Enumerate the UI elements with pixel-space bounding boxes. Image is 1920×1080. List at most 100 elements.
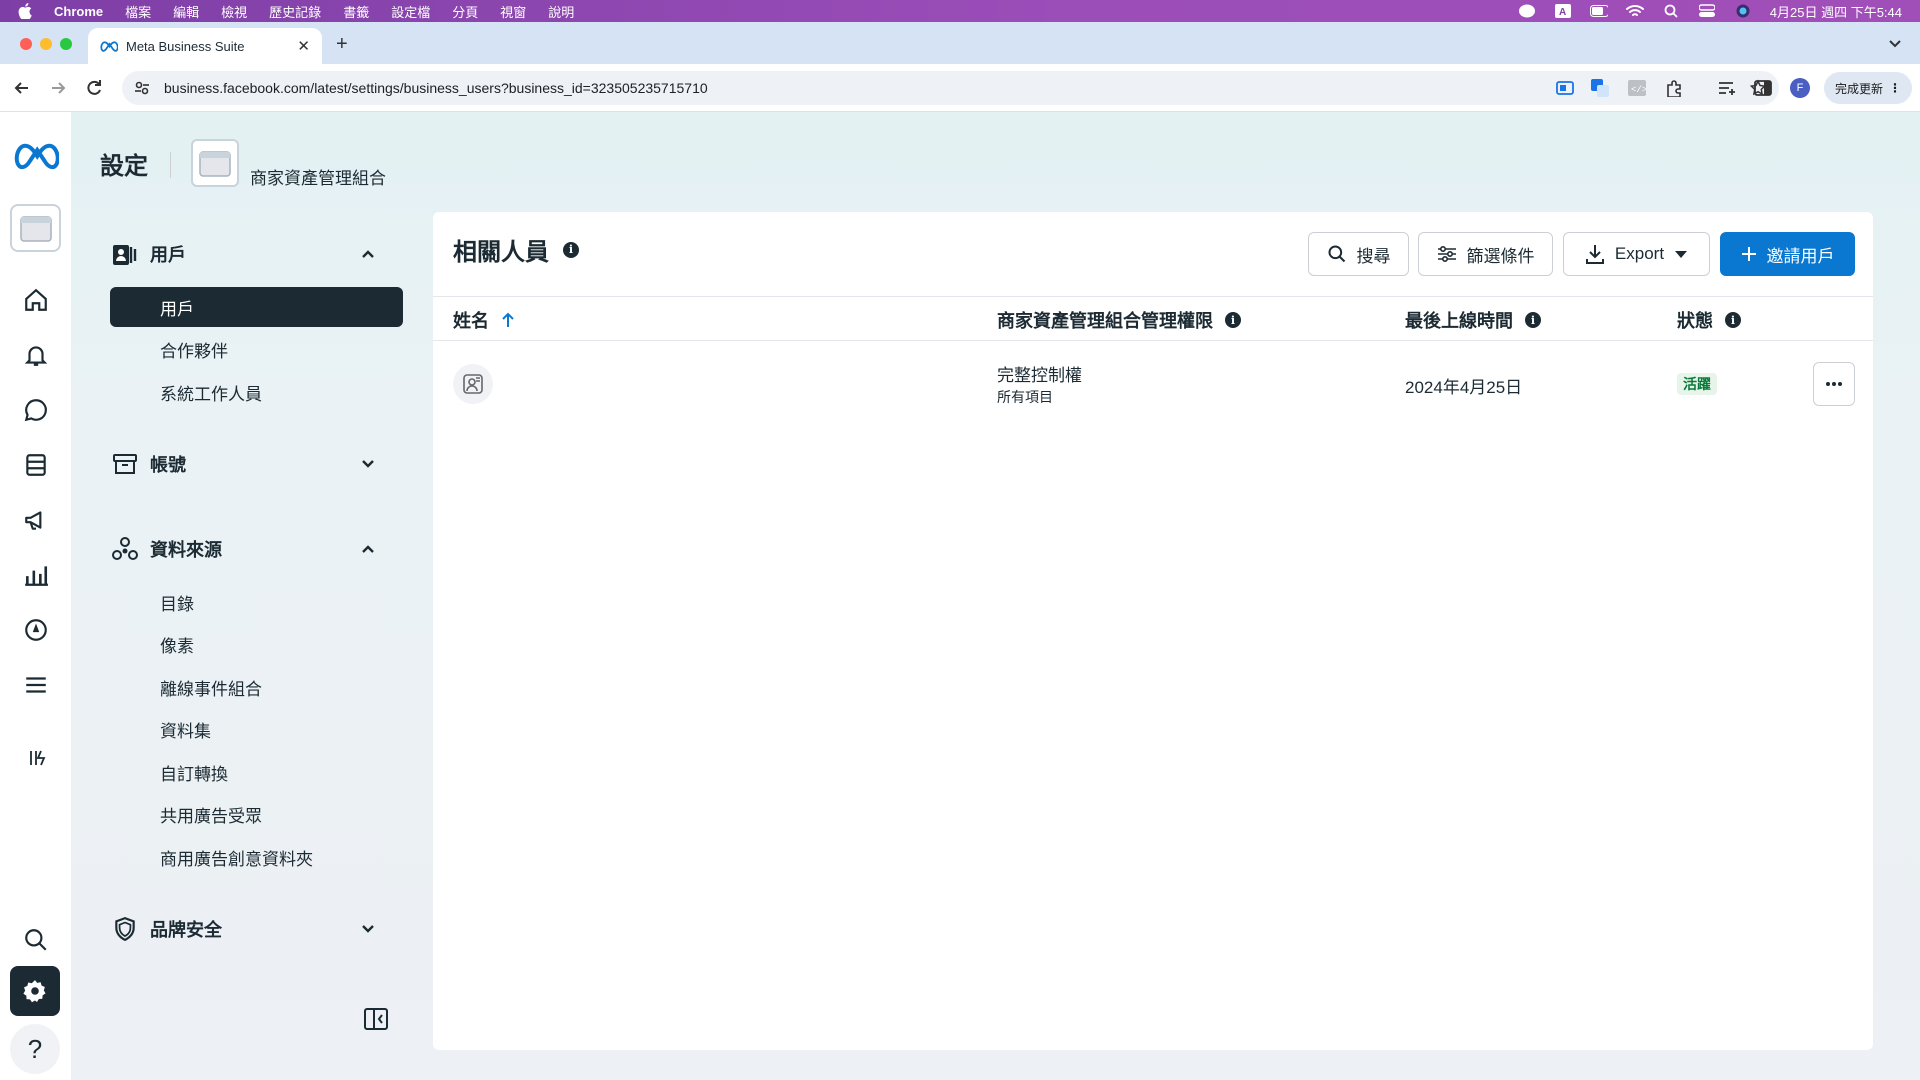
nav-section-users[interactable]: 用戶 (110, 234, 410, 274)
control-center-icon[interactable] (1698, 4, 1716, 18)
menu-edit[interactable]: 編輯 (173, 2, 199, 21)
content-posts-icon[interactable] (20, 449, 52, 481)
page-title: 設定 (100, 153, 148, 180)
column-name[interactable]: 姓名 (453, 307, 515, 333)
column-status[interactable]: 狀態 i (1677, 307, 1741, 333)
nav-item-partners[interactable]: 合作夥伴 (110, 329, 403, 369)
plus-icon (1741, 246, 1757, 262)
spotlight-icon[interactable] (1662, 4, 1680, 18)
zoom-window-button[interactable] (60, 38, 72, 50)
global-nav-rail: ? (0, 112, 71, 1080)
people-header: 相關人員 i (453, 232, 579, 267)
business-suite-app: ? 設定 商家資產管理組合 用戶 用戶 合作夥伴 系統工作人員 帳號 資料來源 … (0, 112, 1920, 1080)
settings-gear-button[interactable] (10, 966, 60, 1016)
nav-item-system-users[interactable]: 系統工作人員 (110, 372, 403, 412)
address-bar[interactable]: business.facebook.com/latest/settings/bu… (122, 71, 1779, 105)
extensions-puzzle-icon[interactable] (1664, 78, 1684, 98)
wifi-icon[interactable] (1625, 4, 1644, 18)
new-tab-button[interactable]: + (336, 33, 348, 56)
update-label: 完成更新 (1834, 81, 1883, 96)
profile-avatar[interactable]: F (1790, 78, 1810, 98)
all-tools-menu-icon[interactable] (20, 669, 52, 701)
nav-item-users[interactable]: 用戶 (110, 287, 403, 327)
menu-view[interactable]: 檢視 (221, 2, 247, 21)
ads-megaphone-icon[interactable] (20, 504, 52, 536)
forward-arrow-icon[interactable] (48, 78, 68, 98)
info-icon[interactable]: i (1725, 312, 1741, 328)
insights-chart-icon[interactable] (20, 559, 52, 591)
siri-icon[interactable] (1734, 4, 1752, 18)
apple-icon[interactable] (18, 3, 38, 19)
users-badge-icon (110, 240, 140, 268)
export-button-label: Export (1614, 244, 1665, 263)
code-extension-icon[interactable]: </> (1627, 78, 1647, 98)
filter-button[interactable]: 篩選條件 (1418, 232, 1553, 276)
back-arrow-icon[interactable] (12, 78, 32, 98)
nav-item-custom-conversions[interactable]: 自訂轉換 (110, 752, 403, 792)
tab-close-icon[interactable]: ✕ (297, 37, 310, 55)
menu-tab[interactable]: 分頁 (452, 2, 478, 21)
update-chrome-button[interactable]: 完成更新 ⋮ (1824, 72, 1912, 104)
close-window-button[interactable] (20, 38, 32, 50)
user-avatar (453, 364, 493, 404)
svg-text:</>: </> (1631, 85, 1646, 95)
reload-icon[interactable] (84, 78, 104, 98)
business-portfolio-avatar[interactable] (191, 139, 239, 187)
nav-section-accounts[interactable]: 帳號 (110, 444, 410, 484)
menu-history[interactable]: 歷史記錄 (269, 2, 321, 21)
translate-extension-icon[interactable] (1590, 78, 1610, 98)
menu-window[interactable]: 視窗 (500, 2, 526, 21)
site-settings-icon[interactable] (134, 80, 150, 96)
reading-list-icon[interactable] (1717, 78, 1737, 98)
column-last-active[interactable]: 最後上線時間 i (1405, 307, 1541, 333)
accounts-archive-icon (110, 450, 140, 478)
menu-app-name[interactable]: Chrome (54, 4, 103, 19)
search-icon (1327, 244, 1347, 264)
extension-1-icon[interactable] (1555, 78, 1575, 98)
info-icon[interactable]: i (1225, 312, 1241, 328)
export-dropdown-button[interactable]: Export (1563, 232, 1710, 276)
battery-icon[interactable] (1589, 4, 1608, 18)
menu-file[interactable]: 檔案 (125, 2, 151, 21)
menu-help[interactable]: 說明 (548, 2, 574, 21)
nav-item-offline-event-sets[interactable]: 離線事件組合 (110, 667, 403, 707)
tab-search-chevron-icon[interactable] (1884, 32, 1906, 54)
nav-item-creative-folders[interactable]: 商用廣告創意資料夾 (110, 837, 403, 877)
side-panel-icon[interactable] (1753, 78, 1773, 98)
menu-bookmarks[interactable]: 書籤 (343, 2, 369, 21)
table-row[interactable]: 完整控制權 所有項目 2024年4月25日 活躍 (433, 341, 1873, 427)
line-icon[interactable] (1518, 4, 1536, 18)
info-icon[interactable]: i (563, 241, 579, 258)
clock[interactable]: 4月25日 週四 下午5:44 (1770, 2, 1902, 21)
help-question-icon[interactable]: ? (10, 1024, 60, 1074)
business-portfolio-name[interactable]: 商家資產管理組合 (250, 164, 386, 189)
info-icon[interactable]: i (1525, 312, 1541, 328)
menu-profiles[interactable]: 設定檔 (391, 2, 430, 21)
search-icon[interactable] (20, 924, 52, 956)
pinned-tool-icon[interactable] (20, 742, 52, 774)
url-text[interactable]: business.facebook.com/latest/settings/bu… (164, 80, 708, 96)
invite-user-button[interactable]: 邀請用戶 (1720, 232, 1855, 276)
nav-item-shared-audiences[interactable]: 共用廣告受眾 (110, 794, 403, 834)
planner-compass-icon[interactable] (20, 614, 52, 646)
status-badge: 活躍 (1677, 373, 1717, 395)
nav-section-data-sources[interactable]: 資料來源 (110, 529, 410, 569)
input-method-icon[interactable]: A (1554, 4, 1572, 18)
collapse-sidebar-icon[interactable] (362, 1005, 390, 1033)
search-button[interactable]: 搜尋 (1308, 232, 1409, 276)
nav-item-datasets[interactable]: 資料集 (110, 709, 403, 749)
notifications-bell-icon[interactable] (20, 339, 52, 371)
meta-logo-icon[interactable] (13, 140, 59, 170)
nav-section-brand-safety[interactable]: 品牌安全 (110, 909, 410, 949)
inbox-chat-icon[interactable] (20, 394, 52, 426)
home-icon[interactable] (20, 284, 52, 316)
more-options-button[interactable] (1813, 362, 1855, 406)
column-permission[interactable]: 商家資產管理組合管理權限 i (997, 307, 1241, 333)
title-divider (170, 152, 171, 178)
browser-tab-active[interactable]: Meta Business Suite ✕ (88, 28, 322, 64)
nav-item-pixels[interactable]: 像素 (110, 624, 403, 664)
nav-section-data-sources-label: 資料來源 (150, 540, 222, 560)
business-switcher[interactable] (10, 204, 61, 252)
minimize-window-button[interactable] (40, 38, 52, 50)
nav-item-catalogs[interactable]: 目錄 (110, 582, 403, 622)
